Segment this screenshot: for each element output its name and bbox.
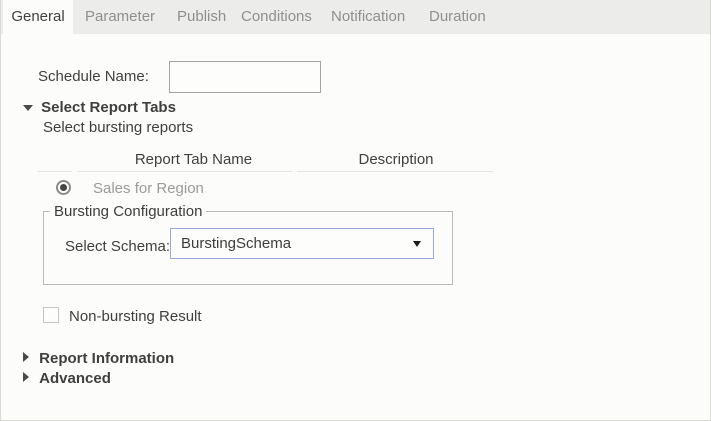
tab-bar: General Parameter Publish Conditions Not… xyxy=(1,0,710,34)
non-bursting-label: Non-bursting Result xyxy=(69,308,202,325)
column-header-description: Description xyxy=(358,151,434,168)
report-information-section[interactable]: Report Information xyxy=(23,350,174,367)
header-divider xyxy=(77,171,292,172)
tab-parameter[interactable]: Parameter xyxy=(85,0,155,34)
advanced-section[interactable]: Advanced xyxy=(23,370,111,387)
report-information-label: Report Information xyxy=(39,350,175,367)
column-header-report-tab-name: Report Tab Name xyxy=(134,151,253,168)
triangle-right-icon xyxy=(23,352,29,362)
advanced-label: Advanced xyxy=(39,370,111,387)
report-tab-name-cell: Sales for Region xyxy=(93,180,204,197)
select-schema-label: Select Schema: xyxy=(65,238,171,255)
schema-select-value: BurstingSchema xyxy=(181,235,292,252)
triangle-down-icon xyxy=(23,105,33,111)
tab-publish[interactable]: Publish xyxy=(177,0,226,34)
bursting-configuration-group: Bursting Configuration Select Schema: Bu… xyxy=(43,203,453,285)
radio-selected-dot xyxy=(60,184,67,191)
schema-select[interactable]: BurstingSchema xyxy=(170,228,434,259)
tab-general[interactable]: General xyxy=(3,0,73,34)
tab-notification[interactable]: Notification xyxy=(331,0,405,34)
tab-conditions[interactable]: Conditions xyxy=(241,0,312,34)
header-divider xyxy=(297,171,494,172)
non-bursting-checkbox[interactable] xyxy=(43,307,59,323)
triangle-right-icon xyxy=(23,372,29,382)
tab-duration[interactable]: Duration xyxy=(429,0,486,34)
select-report-tabs-label: Select Report Tabs xyxy=(41,99,176,116)
bursting-configuration-legend: Bursting Configuration xyxy=(54,203,203,220)
header-divider xyxy=(38,171,72,172)
report-tab-radio[interactable] xyxy=(56,180,71,195)
schedule-dialog: General Parameter Publish Conditions Not… xyxy=(0,0,711,421)
schedule-name-label: Schedule Name: xyxy=(38,68,149,85)
schedule-name-input[interactable] xyxy=(169,61,321,93)
select-report-tabs-section[interactable]: Select Report Tabs xyxy=(23,99,176,116)
caret-down-icon xyxy=(413,241,421,247)
select-bursting-reports-text: Select bursting reports xyxy=(43,119,194,136)
